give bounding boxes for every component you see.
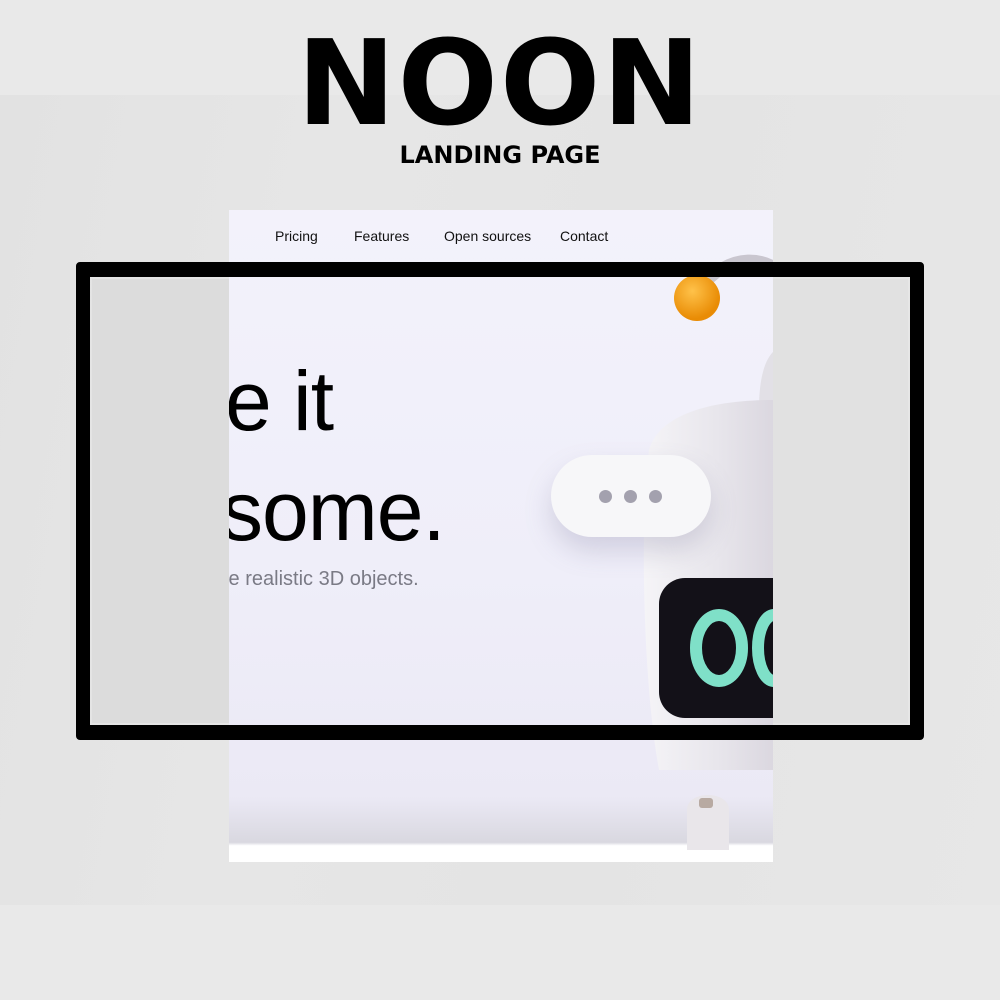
brand-subtitle: LANDING PAGE xyxy=(399,141,601,169)
device-frame xyxy=(76,262,924,740)
brand-title: NOON xyxy=(296,14,704,152)
